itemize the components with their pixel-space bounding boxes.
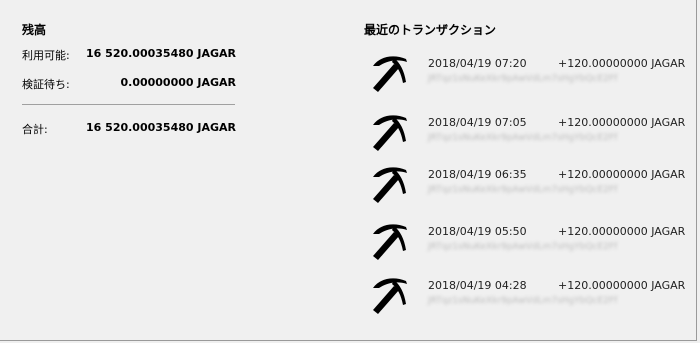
total-value: 16 520.00035480 JAGAR xyxy=(86,121,236,134)
pickaxe-icon xyxy=(370,164,410,206)
transaction-amount: +120.00000000 JAGAR xyxy=(558,57,686,70)
transaction-date: 2018/04/19 04:28 xyxy=(428,279,527,292)
total-balance-row: 合計: 16 520.00035480 JAGAR xyxy=(22,121,236,137)
transaction-date: 2018/04/19 07:05 xyxy=(428,116,527,129)
transaction-amount: +120.00000000 JAGAR xyxy=(558,279,686,292)
available-value: 16 520.00035480 JAGAR xyxy=(86,47,236,60)
pending-value: 0.00000000 JAGAR xyxy=(120,76,236,89)
pending-label: 検証待ち: xyxy=(22,78,70,91)
pickaxe-icon xyxy=(370,112,410,154)
transaction-date: 2018/04/19 05:50 xyxy=(428,225,527,238)
pending-balance-row: 検証待ち: 0.00000000 JAGAR xyxy=(22,76,236,92)
pickaxe-icon xyxy=(370,53,410,95)
transaction-address: JRTqz1sNuKeXkr9pAwVdLm7sHgYbQcE2Ff xyxy=(428,296,618,306)
transaction-row[interactable]: 2018/04/19 07:20 +120.00000000 JAGAR JRTqz… xyxy=(364,50,686,106)
transaction-row[interactable]: 2018/04/19 04:28 +120.00000000 JAGAR JRTqz… xyxy=(364,272,686,328)
available-label: 利用可能: xyxy=(22,49,70,62)
recent-transactions-heading: 最近のトランザクション xyxy=(364,23,497,37)
transaction-address: JRTqz1sNuKeXkr9pAwVdLm7sHgYbQcE2Ff xyxy=(428,242,618,252)
transaction-date: 2018/04/19 07:20 xyxy=(428,57,527,70)
transaction-row[interactable]: 2018/04/19 07:05 +120.00000000 JAGAR JRTqz… xyxy=(364,109,686,165)
balance-heading: 残高 xyxy=(22,23,47,37)
balance-divider xyxy=(22,104,235,105)
available-balance-row: 利用可能: 16 520.00035480 JAGAR xyxy=(22,47,236,63)
transaction-address: JRTqz1sNuKeXkr9pAwVdLm7sHgYbQcE2Ff xyxy=(428,133,618,143)
transaction-date: 2018/04/19 06:35 xyxy=(428,168,527,181)
transaction-amount: +120.00000000 JAGAR xyxy=(558,168,686,181)
total-label: 合計: xyxy=(22,123,48,136)
transaction-row[interactable]: 2018/04/19 06:35 +120.00000000 JAGAR JRTqz… xyxy=(364,161,686,217)
pickaxe-icon xyxy=(370,275,410,317)
transaction-amount: +120.00000000 JAGAR xyxy=(558,225,686,238)
transaction-row[interactable]: 2018/04/19 05:50 +120.00000000 JAGAR JRTqz… xyxy=(364,218,686,274)
transaction-address: JRTqz1sNuKeXkr9pAwVdLm7sHgYbQcE2Ff xyxy=(428,185,618,195)
pickaxe-icon xyxy=(370,221,410,263)
transaction-address: JRTqz1sNuKeXkr9pAwVdLm7sHgYbQcE2Ff xyxy=(428,74,618,84)
transaction-amount: +120.00000000 JAGAR xyxy=(558,116,686,129)
